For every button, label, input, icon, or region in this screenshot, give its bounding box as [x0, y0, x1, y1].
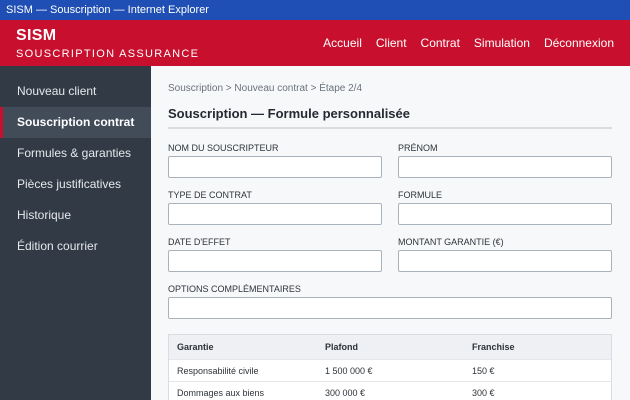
cell-franchise: 300 € — [472, 387, 495, 398]
nom-souscripteur-input[interactable] — [168, 156, 382, 178]
nav-contrat[interactable]: Contrat — [421, 36, 460, 50]
garanties-table: Garantie Plafond Franchise Responsabilit… — [168, 334, 612, 400]
table-row[interactable]: Dommages aux biens 300 000 € 300 € — [169, 381, 611, 400]
table-header-row: Garantie Plafond Franchise — [169, 335, 611, 359]
cell-garantie: Responsabilité civile — [177, 365, 259, 376]
cell-plafond: 1 500 000 € — [325, 365, 373, 376]
window-title: SISM — Souscription — Internet Explorer — [6, 4, 209, 16]
table-row[interactable]: Responsabilité civile 1 500 000 € 150 € — [169, 359, 611, 381]
montant-label: MONTANT GARANTIE (€) — [398, 237, 504, 247]
type-contrat-label: TYPE DE CONTRAT — [168, 190, 252, 200]
prenom-input[interactable] — [398, 156, 612, 178]
montant-garantie-input[interactable] — [398, 250, 612, 272]
sidebar-item-formules-garanties[interactable]: Formules & garanties — [0, 138, 151, 169]
cell-garantie: Dommages aux biens — [177, 387, 265, 398]
sidebar-item-nouveau-client[interactable]: Nouveau client — [0, 76, 151, 107]
sidebar: Nouveau client Souscription contrat Form… — [0, 66, 151, 400]
options-complementaires-input[interactable] — [168, 297, 612, 319]
prenom-label: PRÉNOM — [398, 143, 438, 153]
main-content: Souscription > Nouveau contrat > Étape 2… — [151, 66, 630, 400]
window-titlebar: SISM — Souscription — Internet Explorer — [0, 0, 630, 20]
app-header: SISM SOUSCRIPTION ASSURANCE Accueil Clie… — [0, 20, 630, 66]
sidebar-item-edition-courrier[interactable]: Édition courrier — [0, 231, 151, 262]
sidebar-item-pieces-justificatives[interactable]: Pièces justificatives — [0, 169, 151, 200]
nav-deconnexion[interactable]: Déconnexion — [544, 36, 614, 50]
cell-plafond: 300 000 € — [325, 387, 366, 398]
nav-client[interactable]: Client — [376, 36, 407, 50]
col-header-plafond: Plafond — [325, 342, 358, 352]
page-title: Souscription — Formule personnalisée — [168, 106, 410, 121]
brand-title: SISM — [16, 27, 57, 44]
nav-accueil[interactable]: Accueil — [323, 36, 362, 50]
breadcrumb: Souscription > Nouveau contrat > Étape 2… — [168, 83, 363, 94]
date-effet-label: DATE D'EFFET — [168, 237, 231, 247]
top-nav: Accueil Client Contrat Simulation Déconn… — [309, 20, 614, 66]
date-effet-input[interactable] — [168, 250, 382, 272]
title-divider — [168, 127, 612, 129]
type-contrat-input[interactable] — [168, 203, 382, 225]
formule-label: FORMULE — [398, 190, 443, 200]
col-header-garantie: Garantie — [177, 342, 214, 352]
options-label: OPTIONS COMPLÉMENTAIRES — [168, 284, 301, 294]
brand-subtitle: SOUSCRIPTION ASSURANCE — [16, 48, 200, 60]
col-header-franchise: Franchise — [472, 342, 515, 352]
sidebar-item-historique[interactable]: Historique — [0, 200, 151, 231]
formule-input[interactable] — [398, 203, 612, 225]
nav-simulation[interactable]: Simulation — [474, 36, 530, 50]
sidebar-item-souscription-contrat[interactable]: Souscription contrat — [0, 107, 151, 138]
nom-label: NOM DU SOUSCRIPTEUR — [168, 143, 279, 153]
cell-franchise: 150 € — [472, 365, 495, 376]
